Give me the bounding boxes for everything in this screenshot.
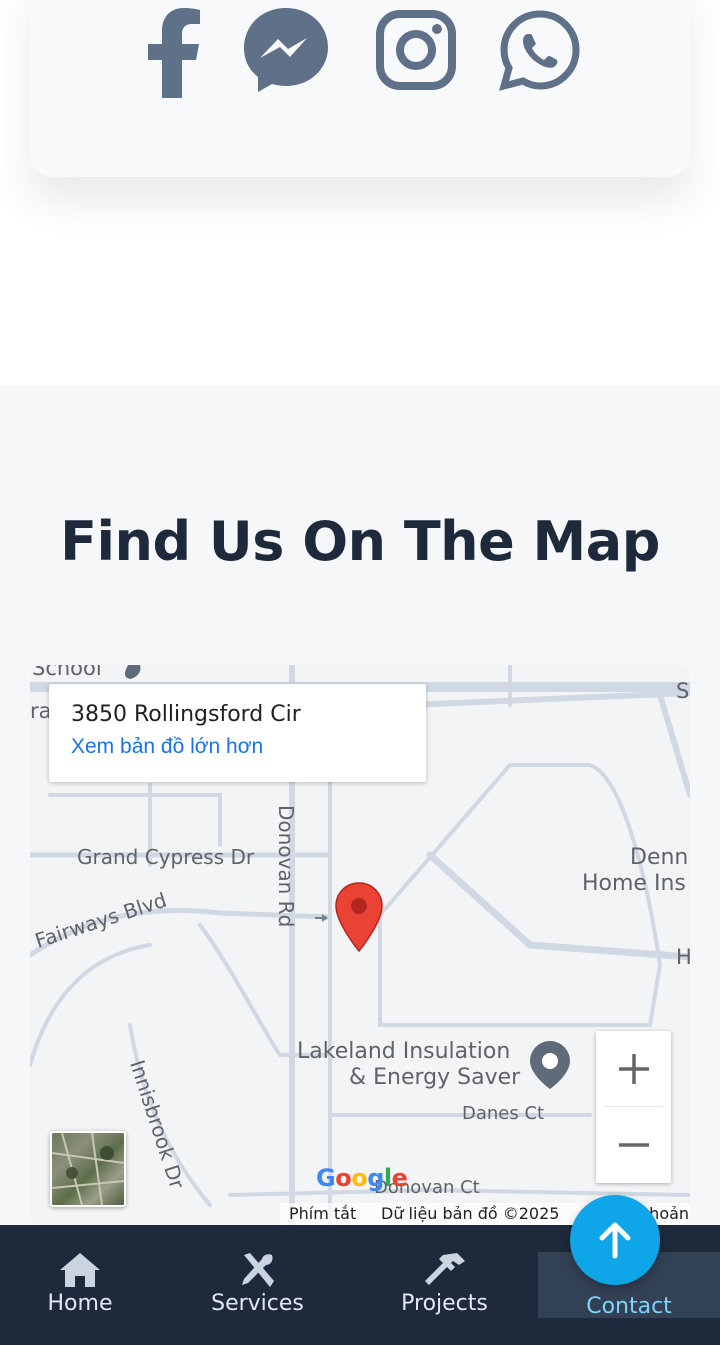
nav-item-services[interactable]: Services (200, 1251, 315, 1317)
nav-label-home: Home (47, 1291, 113, 1316)
satellite-toggle[interactable] (50, 1131, 126, 1207)
map-info-card: 3850 Rollingsford Cir Xem bản đồ lớn hơn (49, 684, 426, 782)
keyboard-shortcuts-link[interactable]: Phím tắt (289, 1204, 356, 1223)
info-address: 3850 Rollingsford Cir (71, 702, 301, 727)
arrow-up-icon (599, 1222, 631, 1259)
map-label-h: H (676, 945, 690, 969)
facebook-icon (148, 8, 200, 98)
map-label-grand-cypress: Grand Cypress Dr (77, 845, 255, 869)
map-label-danes-ct: Danes Ct (462, 1103, 545, 1124)
nav-label-projects: Projects (401, 1291, 488, 1316)
home-icon (60, 1253, 100, 1287)
map-label-donovan-rd: Donovan Rd (274, 805, 298, 928)
instagram-icon (376, 10, 456, 90)
satellite-thumbnail-icon (52, 1133, 124, 1205)
minus-icon (618, 1142, 649, 1147)
nav-label-services: Services (211, 1291, 304, 1316)
instagram-link[interactable] (368, 2, 464, 98)
social-card (30, 0, 690, 177)
google-logo: Google (316, 1164, 408, 1192)
hammer-icon (424, 1253, 465, 1285)
map-label-school: School (32, 665, 102, 680)
nav-item-home[interactable]: Home (30, 1251, 130, 1317)
whatsapp-link[interactable] (492, 2, 588, 98)
zoom-controls (596, 1031, 671, 1183)
map-data-attribution: Dữ liệu bản đồ ©2025 (381, 1204, 560, 1223)
map-label-s: S (676, 679, 690, 703)
nav-item-projects[interactable]: Projects (392, 1251, 497, 1317)
plus-icon (618, 1053, 649, 1084)
map-label-lakeland-1: Lakeland Insulation (297, 1039, 511, 1064)
tools-icon (241, 1253, 274, 1287)
map-label-denn: Denn (630, 845, 689, 870)
view-larger-map-link[interactable]: Xem bản đồ lớn hơn (71, 735, 404, 759)
zoom-in-button[interactable] (596, 1031, 671, 1106)
facebook-link[interactable] (122, 2, 218, 98)
map-embed[interactable]: School ra S Donovan Rd Grand Cypress Dr … (30, 665, 690, 1225)
messenger-link[interactable] (238, 2, 334, 98)
section-title: Find Us On The Map (60, 510, 660, 573)
map-label-lakeland-2: & Energy Saver (349, 1065, 521, 1090)
whatsapp-icon (498, 10, 580, 91)
scroll-to-top-button[interactable] (570, 1195, 660, 1285)
messenger-icon (244, 8, 328, 92)
zoom-out-button[interactable] (596, 1107, 671, 1182)
nav-label-contact: Contact (586, 1294, 672, 1319)
map-label-home-ins: Home Ins (582, 871, 686, 896)
